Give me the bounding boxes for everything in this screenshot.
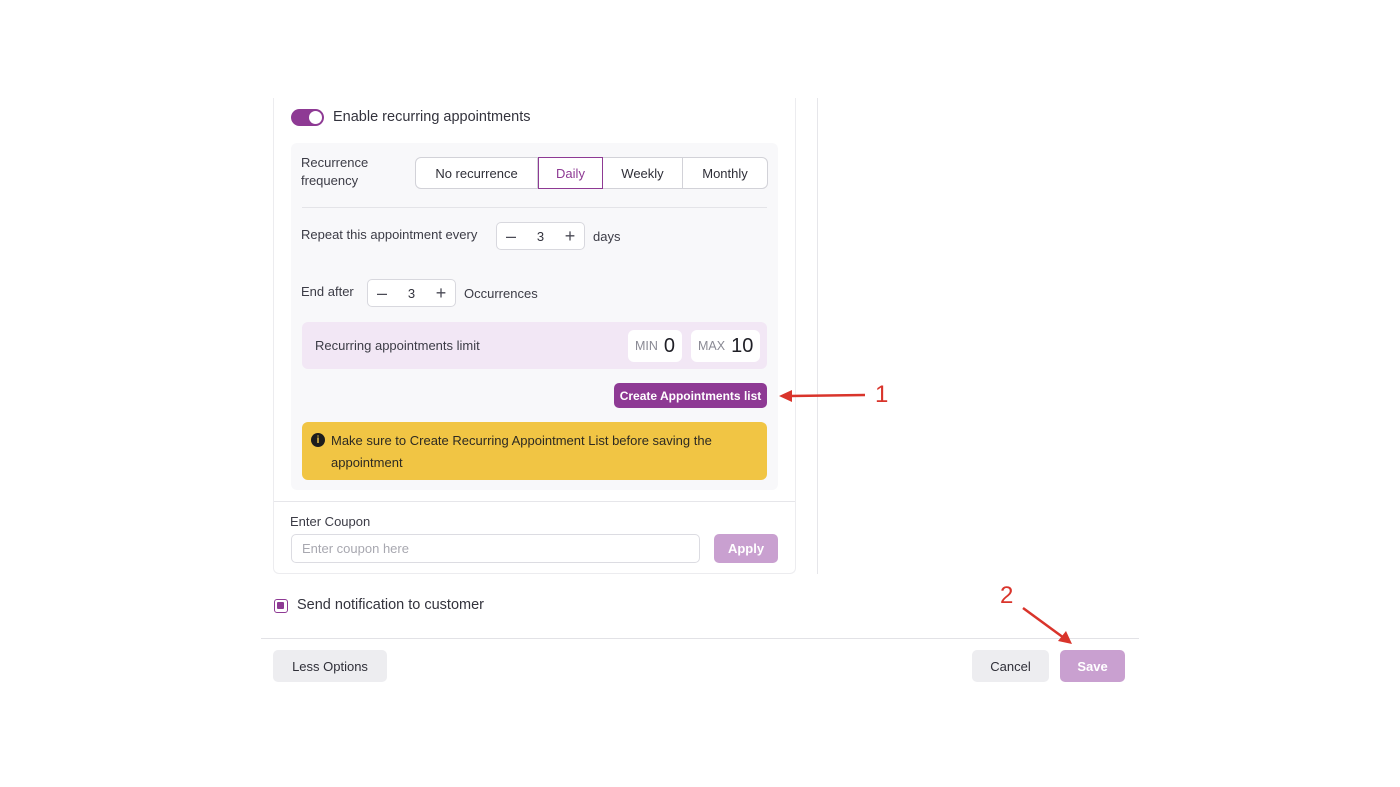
frequency-option-no-recurrence[interactable]: No recurrence: [416, 158, 538, 188]
frequency-option-daily[interactable]: Daily: [538, 157, 603, 189]
end-increment-button[interactable]: +: [427, 280, 455, 306]
less-options-button[interactable]: Less Options: [273, 650, 387, 682]
max-value: 10: [731, 334, 754, 357]
send-notification-checkbox[interactable]: [274, 599, 288, 613]
end-unit-label: Occurrences: [464, 286, 538, 301]
footer-divider: [261, 638, 1139, 639]
frequency-option-monthly[interactable]: Monthly: [683, 158, 767, 188]
min-value: 0: [663, 334, 676, 357]
toggle-knob: [309, 111, 322, 124]
end-decrement-button[interactable]: –: [368, 280, 396, 306]
annotation-number-1: 1: [875, 381, 889, 408]
repeat-increment-button[interactable]: +: [556, 223, 584, 249]
repeat-decrement-button[interactable]: –: [497, 223, 525, 249]
annotation-number-2: 2: [1000, 582, 1014, 609]
max-limit-chip: MAX 10: [691, 330, 761, 362]
send-notification-label: Send notification to customer: [297, 597, 484, 613]
checkbox-check-mark: [277, 602, 284, 609]
recurring-toggle[interactable]: [291, 109, 324, 126]
recurring-limit-label: Recurring appointments limit: [315, 338, 480, 353]
coupon-separator: [274, 501, 795, 502]
apply-coupon-button[interactable]: Apply: [714, 534, 778, 563]
min-label: MIN: [635, 339, 658, 353]
min-limit-chip: MIN 0: [628, 330, 683, 362]
save-button[interactable]: Save: [1060, 650, 1125, 682]
recurrence-frequency-label: Recurrence frequency: [301, 155, 369, 188]
end-after-label: End after: [301, 284, 354, 299]
panel-divider: [302, 207, 767, 208]
recurring-toggle-label: Enable recurring appointments: [333, 109, 531, 125]
repeat-unit-label: days: [593, 229, 621, 244]
coupon-input[interactable]: [291, 534, 700, 563]
info-icon: i: [311, 433, 325, 447]
end-after-value[interactable]: 3: [396, 286, 427, 301]
repeat-interval-stepper: – 3 +: [496, 222, 585, 250]
warning-text: Make sure to Create Recurring Appointmen…: [331, 433, 712, 470]
recurrence-frequency-selector: No recurrence Daily Weekly Monthly: [415, 157, 768, 189]
repeat-every-label: Repeat this appointment every: [301, 227, 478, 242]
create-appointments-list-button[interactable]: Create Appointments list: [614, 383, 767, 408]
end-after-stepper: – 3 +: [367, 279, 456, 307]
coupon-label: Enter Coupon: [290, 514, 371, 529]
repeat-interval-value[interactable]: 3: [525, 229, 556, 244]
max-label: MAX: [698, 339, 726, 353]
vertical-divider: [817, 98, 818, 574]
cancel-button[interactable]: Cancel: [972, 650, 1049, 682]
frequency-option-weekly[interactable]: Weekly: [603, 158, 683, 188]
